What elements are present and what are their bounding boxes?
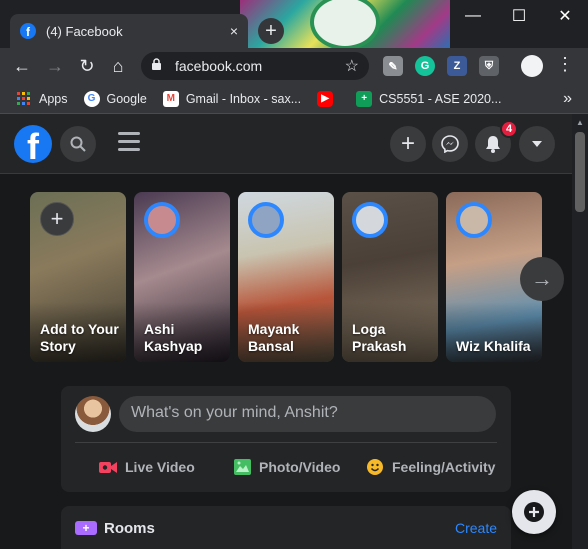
bookmark-gmail[interactable]: M Gmail - Inbox - sax... bbox=[162, 90, 302, 107]
create-button[interactable]: + bbox=[390, 126, 426, 162]
smiley-icon bbox=[366, 459, 384, 475]
rooms-section: + Rooms Create bbox=[61, 506, 511, 549]
shield-extension-icon[interactable]: ⛨ bbox=[479, 56, 499, 76]
tab-close-icon[interactable]: × bbox=[230, 23, 238, 39]
tab-title: (4) Facebook bbox=[46, 23, 123, 39]
action-label: Live Video bbox=[125, 459, 195, 475]
caret-down-icon bbox=[532, 141, 542, 147]
live-video-button[interactable]: Live Video bbox=[99, 452, 195, 482]
bookmark-label: Google bbox=[106, 91, 147, 106]
story-card-create[interactable]: + Add to Your Story bbox=[30, 192, 126, 362]
story-avatar bbox=[144, 202, 180, 238]
search-icon bbox=[70, 136, 86, 152]
browser-tab-facebook[interactable]: f (4) Facebook × bbox=[10, 14, 248, 48]
facebook-page: f + 4 + Add to Your Story Ashi Kashyap M… bbox=[0, 114, 572, 549]
messenger-icon bbox=[441, 135, 459, 153]
bookmark-label: CS5551 - ASE 2020... bbox=[379, 91, 502, 106]
grammarly-icon[interactable]: G bbox=[415, 56, 435, 76]
cs-icon: + bbox=[356, 90, 373, 107]
facebook-logo-icon[interactable]: f bbox=[14, 125, 52, 163]
new-message-button[interactable] bbox=[512, 490, 556, 534]
divider bbox=[75, 442, 497, 443]
post-composer: What's on your mind, Anshit? Live Video … bbox=[61, 386, 511, 492]
story-name: Add to Your Story bbox=[40, 321, 119, 354]
gmail-icon: M bbox=[162, 90, 179, 107]
forward-button[interactable]: → bbox=[43, 54, 67, 78]
story-name: Ashi Kashyap bbox=[144, 321, 203, 354]
story-card[interactable]: Ashi Kashyap bbox=[134, 192, 230, 362]
search-button[interactable] bbox=[60, 126, 96, 162]
z-extension-icon[interactable]: Z bbox=[447, 56, 467, 76]
story-card[interactable]: Loga Prakash bbox=[342, 192, 438, 362]
bookmark-label: Gmail - Inbox - sax... bbox=[185, 91, 302, 106]
stories-next-button[interactable]: → bbox=[520, 257, 564, 301]
page-scrollbar[interactable]: ▲ bbox=[572, 114, 588, 549]
stories-tray: + Add to Your Story Ashi Kashyap Mayank … bbox=[0, 192, 572, 362]
window-controls: — ☐ ✕ bbox=[450, 0, 588, 32]
story-avatar bbox=[456, 202, 492, 238]
rooms-title: Rooms bbox=[104, 520, 155, 537]
bookmark-youtube[interactable]: ▶ bbox=[317, 90, 340, 107]
facebook-favicon-icon: f bbox=[20, 23, 36, 39]
bookmark-apps[interactable]: Apps bbox=[16, 91, 68, 107]
story-avatar bbox=[352, 202, 388, 238]
action-label: Feeling/Activity bbox=[392, 459, 496, 475]
story-name: Mayank Bansal bbox=[248, 321, 300, 354]
reload-button[interactable]: ↻ bbox=[75, 54, 99, 78]
photo-video-button[interactable]: Photo/Video bbox=[233, 452, 340, 482]
bookmark-star-icon[interactable]: ☆ bbox=[345, 56, 359, 76]
story-name: Loga Prakash bbox=[352, 321, 407, 354]
action-label: Photo/Video bbox=[259, 459, 341, 475]
close-window-button[interactable]: ✕ bbox=[542, 0, 588, 32]
messenger-button[interactable] bbox=[432, 126, 468, 162]
rooms-create-link[interactable]: Create bbox=[455, 520, 497, 536]
home-button[interactable]: ⌂ bbox=[106, 54, 130, 78]
photo-icon bbox=[233, 459, 251, 475]
rooms-video-plus-icon: + bbox=[75, 521, 97, 535]
story-name: Wiz Khalifa bbox=[456, 338, 531, 354]
scroll-up-arrow-icon[interactable]: ▲ bbox=[576, 118, 584, 127]
address-bar[interactable]: facebook.com ☆ bbox=[141, 52, 369, 80]
lock-icon[interactable] bbox=[151, 58, 165, 74]
browser-toolbar: ← → ↻ ⌂ facebook.com ☆ ✎ G Z ⛨ ⋮ bbox=[0, 48, 588, 84]
story-card[interactable]: Mayank Bansal bbox=[238, 192, 334, 362]
account-menu-button[interactable] bbox=[519, 126, 555, 162]
bookmark-google[interactable]: G Google bbox=[83, 90, 147, 107]
youtube-icon: ▶ bbox=[317, 90, 334, 107]
compose-message-icon bbox=[524, 502, 544, 522]
minimize-button[interactable]: — bbox=[450, 0, 496, 32]
story-avatar bbox=[248, 202, 284, 238]
maximize-button[interactable]: ☐ bbox=[496, 0, 542, 32]
plus-icon: + bbox=[400, 130, 415, 157]
facebook-header: f + 4 bbox=[0, 114, 572, 174]
bookmarks-bar: Apps G Google M Gmail - Inbox - sax... ▶… bbox=[0, 84, 588, 114]
video-camera-icon bbox=[99, 459, 117, 475]
add-story-plus-icon[interactable]: + bbox=[40, 202, 74, 236]
google-icon: G bbox=[83, 90, 100, 107]
url-text[interactable]: facebook.com bbox=[175, 58, 345, 74]
feeling-activity-button[interactable]: Feeling/Activity bbox=[366, 452, 495, 482]
whats-on-your-mind-input[interactable]: What's on your mind, Anshit? bbox=[119, 396, 496, 432]
user-avatar[interactable] bbox=[75, 396, 111, 432]
browser-menu-icon[interactable]: ⋮ bbox=[556, 54, 574, 75]
bookmark-cs5551[interactable]: + CS5551 - ASE 2020... bbox=[356, 90, 502, 107]
profile-avatar[interactable] bbox=[521, 55, 543, 77]
bookmarks-overflow-icon[interactable]: » bbox=[563, 90, 572, 108]
menu-hamburger-icon[interactable] bbox=[118, 132, 140, 152]
scroll-thumb[interactable] bbox=[575, 132, 585, 212]
new-tab-button[interactable]: + bbox=[258, 18, 284, 44]
extension-1-icon[interactable]: ✎ bbox=[383, 56, 403, 76]
back-button[interactable]: ← bbox=[10, 54, 34, 78]
apps-grid-icon bbox=[16, 91, 32, 107]
bell-icon bbox=[486, 136, 500, 153]
notifications-count-badge: 4 bbox=[500, 120, 518, 138]
bookmark-label: Apps bbox=[39, 91, 68, 106]
